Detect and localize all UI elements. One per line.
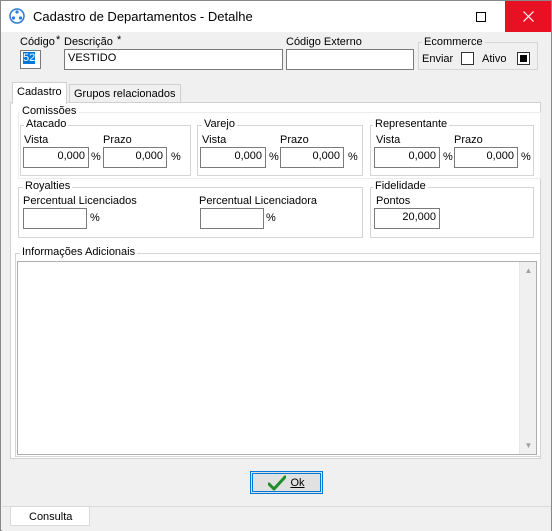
ativo-label: Ativo xyxy=(482,53,507,65)
representante-prazo-percent: % xyxy=(521,151,531,163)
ativo-checkbox[interactable] xyxy=(517,52,530,65)
app-icon xyxy=(9,8,25,24)
scroll-up-icon[interactable]: ▲ xyxy=(520,262,537,279)
close-icon xyxy=(522,11,534,22)
close-button[interactable] xyxy=(505,1,551,32)
pontos-label: Pontos xyxy=(376,195,411,207)
maximize-icon xyxy=(476,11,486,22)
licenciadora-label: Percentual Licenciadora xyxy=(199,195,318,207)
ok-button-focus-ring xyxy=(252,473,321,492)
representante-vista-field[interactable]: 0,000 xyxy=(374,147,440,168)
window-title: Cadastro de Departamentos - Detalhe xyxy=(33,9,253,24)
title-bar: Cadastro de Departamentos - Detalhe xyxy=(1,1,551,32)
licenciados-percent: % xyxy=(90,212,100,224)
status-tab-consulta[interactable]: Consulta xyxy=(10,507,90,526)
licenciados-field[interactable] xyxy=(23,208,87,229)
tab-grupos-relacionados[interactable]: Grupos relacionados xyxy=(69,84,181,104)
atacado-prazo-field[interactable]: 0,000 xyxy=(103,147,167,168)
status-bar: Consulta xyxy=(2,506,551,531)
representante-vista-percent: % xyxy=(443,151,453,163)
atacado-prazo-label: Prazo xyxy=(103,134,132,146)
varejo-prazo-label: Prazo xyxy=(280,134,309,146)
representante-prazo-field[interactable]: 0,000 xyxy=(454,147,518,168)
atacado-vista-field[interactable]: 0,000 xyxy=(23,147,89,168)
codigo-value: 52 xyxy=(23,52,36,64)
informacoes-textarea[interactable]: ▲ ▼ xyxy=(17,261,537,455)
window: Cadastro de Departamentos - Detalhe Códi… xyxy=(0,0,552,531)
varejo-vista-percent: % xyxy=(269,151,279,163)
licenciadora-percent: % xyxy=(266,212,276,224)
varejo-vista-field[interactable]: 0,000 xyxy=(200,147,266,168)
ecommerce-group-title: Ecommerce xyxy=(422,36,485,48)
licenciadora-field[interactable] xyxy=(200,208,264,229)
enviar-checkbox[interactable] xyxy=(461,52,474,65)
fidelidade-group-title: Fidelidade xyxy=(373,180,428,192)
codigo-required-mark: * xyxy=(56,34,61,46)
atacado-vista-percent: % xyxy=(91,151,101,163)
tab-cadastro[interactable]: Cadastro xyxy=(12,82,67,104)
atacado-prazo-percent: % xyxy=(171,151,181,163)
pontos-field[interactable]: 20,000 xyxy=(374,208,440,229)
codigo-field[interactable]: 52 xyxy=(20,50,41,69)
codigo-externo-field[interactable] xyxy=(286,49,414,70)
atacado-group-title: Atacado xyxy=(24,118,69,130)
varejo-group-title: Varejo xyxy=(202,118,237,130)
checkmark-icon xyxy=(268,475,287,490)
atacado-vista-label: Vista xyxy=(24,134,49,146)
descricao-label: Descrição xyxy=(64,36,113,48)
enviar-label: Enviar xyxy=(422,53,454,65)
codigo-label: Código xyxy=(20,36,55,48)
varejo-vista-label: Vista xyxy=(202,134,227,146)
descricao-required-mark: * xyxy=(117,34,122,46)
descricao-field[interactable]: VESTIDO xyxy=(64,49,283,70)
representante-vista-label: Vista xyxy=(376,134,401,146)
codigo-externo-label: Código Externo xyxy=(286,36,362,48)
scroll-down-icon[interactable]: ▼ xyxy=(520,437,537,454)
representante-prazo-label: Prazo xyxy=(454,134,483,146)
royalties-group-title: Royalties xyxy=(23,180,73,192)
ok-label: Ok xyxy=(290,476,305,489)
comissoes-group-title: Comissões xyxy=(20,105,79,117)
representante-group-title: Representante xyxy=(373,118,450,130)
varejo-prazo-field[interactable]: 0,000 xyxy=(280,147,344,168)
ok-button[interactable]: Ok xyxy=(250,471,323,494)
maximize-button[interactable] xyxy=(458,1,504,32)
licenciados-label: Percentual Licenciados xyxy=(23,195,137,207)
informacoes-group-title: Informações Adicionais xyxy=(20,246,138,258)
varejo-prazo-percent: % xyxy=(348,151,358,163)
informacoes-scrollbar[interactable]: ▲ ▼ xyxy=(519,262,536,454)
